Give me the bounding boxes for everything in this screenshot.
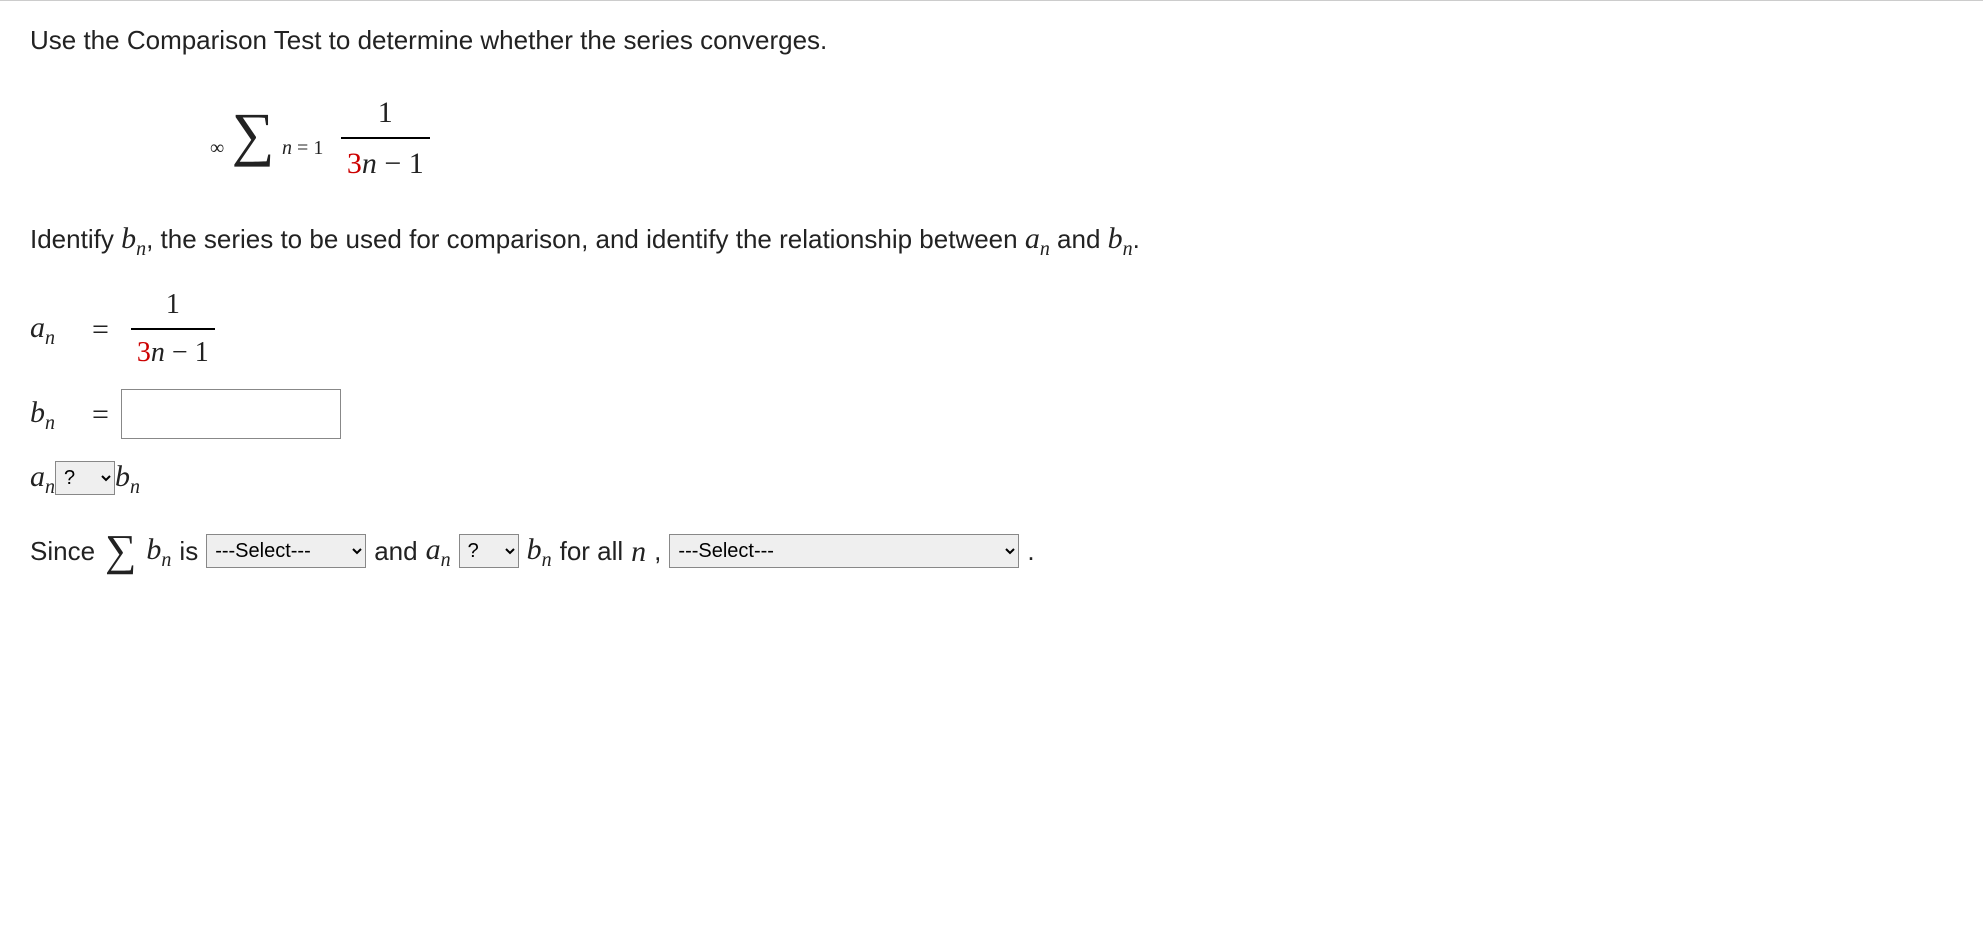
compare-operator-select[interactable]: ? — [55, 461, 115, 495]
fraction-numerator: 1 — [341, 90, 430, 139]
since-text: Since — [30, 532, 95, 571]
an-definition-row: an = 1 3n − 1 — [30, 284, 1953, 374]
compare-row: an ? bn — [30, 454, 1953, 502]
sigma-notation: ∞ ∑ n = 1 — [210, 110, 323, 167]
period-text: . — [1027, 532, 1034, 571]
question-prompt: Use the Comparison Test to determine whe… — [30, 21, 1953, 60]
since-bn: bn — [146, 527, 171, 575]
sigma-symbol: ∑ — [232, 101, 275, 167]
inline-sigma-icon: ∑ — [105, 529, 136, 573]
bn-input[interactable] — [121, 389, 341, 439]
compare-bn: bn — [115, 454, 140, 502]
since-bn2: bn — [527, 527, 552, 575]
n-var: n — [631, 529, 646, 574]
conclusion-row: Since ∑ bn is ---Select--- and an ? bn f… — [30, 527, 1953, 575]
is-text: is — [179, 532, 198, 571]
compare-an: an — [30, 454, 55, 502]
bn-definition-row: bn = — [30, 389, 1953, 439]
bn-label: bn — [30, 390, 80, 438]
an-fraction: 1 3n − 1 — [131, 284, 215, 374]
sigma-lower: n = 1 — [282, 137, 323, 159]
identify-text: Identify bn, the series to be used for c… — [30, 216, 1953, 264]
equals-sign: = — [92, 392, 109, 437]
since-an: an — [426, 527, 451, 575]
convergence-select[interactable]: ---Select--- — [206, 534, 366, 568]
series-expression: ∞ ∑ n = 1 1 3n − 1 — [210, 90, 1953, 186]
and-text: and — [374, 532, 417, 571]
equals-sign: = — [92, 307, 109, 352]
relation-operator-select[interactable]: ? — [459, 534, 519, 568]
an-label: an — [30, 305, 80, 353]
question-container: Use the Comparison Test to determine whe… — [0, 0, 1983, 595]
fraction-denominator: 3n − 1 — [341, 139, 430, 186]
conclusion-select[interactable]: ---Select--- — [669, 534, 1019, 568]
series-fraction: 1 3n − 1 — [341, 90, 430, 186]
sigma-upper: ∞ — [210, 137, 224, 159]
for-all-text: for all — [560, 532, 624, 571]
